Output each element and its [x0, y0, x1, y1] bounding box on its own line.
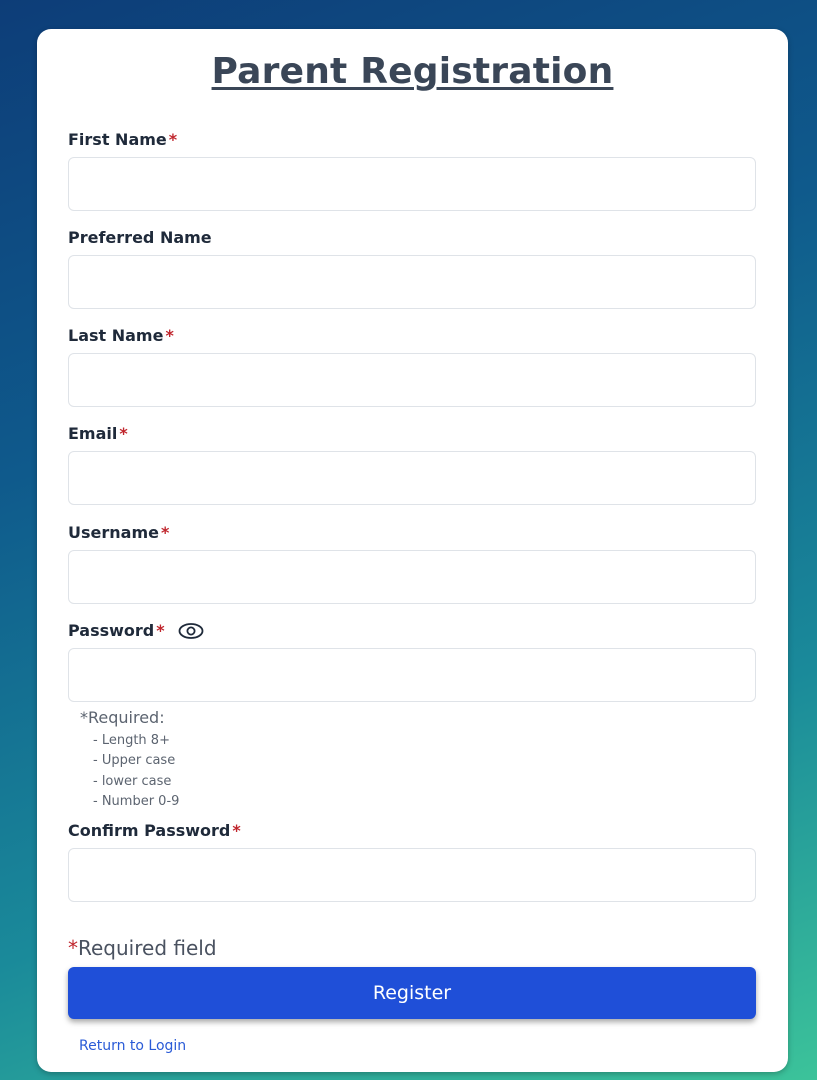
required-asterisk: *: [68, 936, 78, 960]
username-input[interactable]: [68, 550, 756, 604]
password-input[interactable]: [68, 648, 756, 702]
confirm-password-label: Confirm Password *: [68, 821, 241, 840]
password-requirement-item: - Upper case: [93, 753, 176, 768]
preferred-name-input[interactable]: [68, 255, 756, 309]
required-asterisk: *: [160, 523, 170, 542]
password-requirement-item: - lower case: [93, 774, 172, 789]
first-name-input[interactable]: [68, 157, 756, 211]
password-requirement-item: - Number 0-9: [93, 794, 180, 809]
required-field-note: *Required field: [68, 936, 217, 960]
required-asterisk: *: [156, 621, 165, 640]
password-label: Password *: [68, 621, 205, 640]
register-button[interactable]: Register: [68, 967, 756, 1019]
required-asterisk: *: [168, 130, 178, 149]
required-asterisk: *: [165, 326, 174, 345]
confirm-password-input[interactable]: [68, 848, 756, 902]
eye-icon-svg: [178, 622, 204, 639]
registration-card: Parent Registration First Name * Preferre…: [37, 29, 788, 1072]
required-asterisk: *: [119, 424, 128, 443]
required-asterisk: *: [232, 821, 241, 840]
username-label: Username *: [68, 523, 170, 542]
last-name-input[interactable]: [68, 353, 756, 407]
return-to-login-link[interactable]: Return to Login: [79, 1038, 186, 1054]
eye-icon[interactable]: [177, 622, 205, 640]
email-label: Email *: [68, 424, 128, 443]
preferred-name-label: Preferred Name: [68, 228, 212, 247]
last-name-label: Last Name *: [68, 326, 174, 345]
first-name-label: First Name *: [68, 130, 178, 149]
password-requirements-title: *Required:: [80, 708, 165, 727]
password-requirement-item: - Length 8+: [93, 733, 170, 748]
page-title: Parent Registration: [211, 51, 614, 92]
email-input[interactable]: [68, 451, 756, 505]
